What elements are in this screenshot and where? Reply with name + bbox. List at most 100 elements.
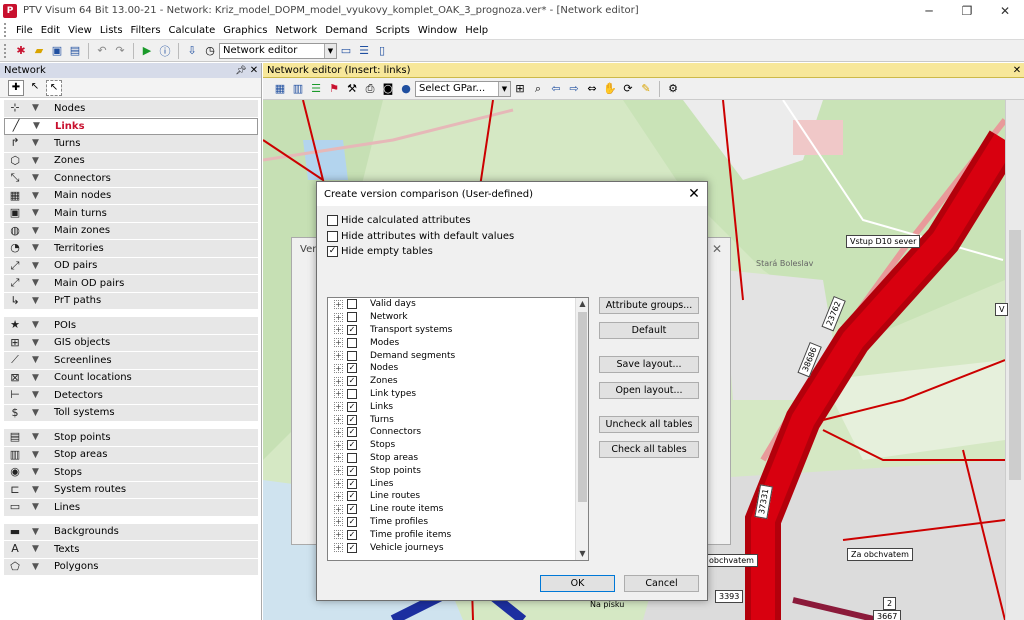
checkbox-unchecked[interactable] <box>347 350 357 361</box>
expand-icon[interactable]: + <box>334 491 343 501</box>
filter-funnel-icon[interactable]: ▼ <box>32 544 46 554</box>
toolbar-grip[interactable] <box>4 43 9 58</box>
checkbox-unchecked[interactable] <box>347 299 357 310</box>
checkbox-checked[interactable]: ✓ <box>347 363 357 374</box>
menu-help[interactable]: Help <box>461 21 492 40</box>
checkbox-checked[interactable]: ✓ <box>347 324 357 335</box>
filter-funnel-icon[interactable]: ▼ <box>32 408 46 418</box>
save-all-icon[interactable]: ▤ <box>67 43 83 59</box>
network-item-zones[interactable]: ⬡ ▼ Zones <box>4 152 258 170</box>
table-row[interactable]: + ✓ Time profile items <box>328 528 588 541</box>
table-row[interactable]: + ✓ Stops <box>328 439 588 452</box>
checkbox-checked[interactable]: ✓ <box>347 491 357 502</box>
menu-file[interactable]: File <box>12 21 37 40</box>
close-icon[interactable]: ✕ <box>247 65 261 76</box>
checkbox-checked[interactable]: ✓ <box>347 516 357 527</box>
checkbox-unchecked[interactable] <box>347 388 357 399</box>
network-item-main-zones[interactable]: ◍ ▼ Main zones <box>4 222 258 240</box>
expand-icon[interactable]: + <box>334 299 343 309</box>
filter-funnel-icon[interactable]: ▼ <box>33 121 47 131</box>
menu-calculate[interactable]: Calculate <box>165 21 220 40</box>
close-icon[interactable]: ✕ <box>1010 65 1024 76</box>
table-row[interactable]: + Demand segments <box>328 349 588 362</box>
checkbox-unchecked[interactable] <box>347 337 357 348</box>
filter-funnel-icon[interactable]: ▼ <box>32 355 46 365</box>
option-row[interactable]: ✓ Hide empty tables <box>327 246 433 257</box>
filter-funnel-icon[interactable]: ▼ <box>32 502 46 512</box>
expand-icon[interactable]: + <box>334 427 343 437</box>
menu-edit[interactable]: Edit <box>37 21 64 40</box>
network-item-nodes[interactable]: ⊹ ▼ Nodes <box>4 100 258 118</box>
pan-icon[interactable]: ✋ <box>602 81 618 97</box>
gpar-select[interactable]: Select GPar... ▼ <box>415 80 511 97</box>
network-item-main-nodes[interactable]: ▦ ▼ Main nodes <box>4 187 258 205</box>
globe-icon[interactable]: ● <box>398 81 414 97</box>
filter-funnel-icon[interactable]: ▼ <box>32 338 46 348</box>
scroll-down-icon[interactable]: ▼ <box>576 548 588 560</box>
network-item-territories[interactable]: ◔ ▼ Territories <box>4 240 258 258</box>
close-icon[interactable]: ✕ <box>712 242 722 256</box>
pin-icon[interactable]: 📌︎ <box>235 66 247 76</box>
network-item-texts[interactable]: A ▼ Texts <box>4 541 258 559</box>
table-row[interactable]: + ✓ Line route items <box>328 503 588 516</box>
new-icon[interactable]: ✱ <box>13 43 29 59</box>
table-row[interactable]: + ✓ Stop points <box>328 464 588 477</box>
pointer-icon[interactable]: ↖ <box>27 80 43 96</box>
expand-icon[interactable]: + <box>334 543 343 553</box>
expand-icon[interactable]: + <box>334 325 343 335</box>
menu-grip[interactable] <box>4 23 9 37</box>
table-row[interactable]: + Valid days <box>328 298 588 311</box>
back-icon[interactable]: ⇦ <box>548 81 564 97</box>
scroll-thumb[interactable] <box>1009 230 1021 480</box>
table-row[interactable]: + Modes <box>328 336 588 349</box>
expand-icon[interactable]: + <box>334 517 343 527</box>
clock-icon[interactable]: ◷ <box>202 43 218 59</box>
filter-funnel-icon[interactable]: ▼ <box>32 450 46 460</box>
expand-icon[interactable]: + <box>334 530 343 540</box>
refresh-icon[interactable]: ⟳ <box>620 81 636 97</box>
undo-icon[interactable]: ↶ <box>94 43 110 59</box>
network-item-pois[interactable]: ★ ▼ POIs <box>4 317 258 335</box>
close-button[interactable]: ✕ <box>986 0 1024 21</box>
check-all-tables-button[interactable]: Check all tables <box>599 441 699 458</box>
expand-icon[interactable]: + <box>334 312 343 322</box>
pin-down-icon[interactable]: ⇩ <box>184 43 200 59</box>
filter-select-icon[interactable]: ⚑ <box>326 81 342 97</box>
table-row[interactable]: + ✓ Transport systems <box>328 324 588 337</box>
menu-demand[interactable]: Demand <box>321 21 371 40</box>
tree-scrollbar[interactable]: ▲ ▼ <box>575 298 588 560</box>
layout-vertical-icon[interactable]: ▯ <box>374 43 390 59</box>
default-button[interactable]: Default <box>599 322 699 339</box>
filter-funnel-icon[interactable]: ▼ <box>32 173 46 183</box>
network-item-system-routes[interactable]: ⊏ ▼ System routes <box>4 481 258 499</box>
tools-icon[interactable]: ⚒ <box>344 81 360 97</box>
expand-icon[interactable]: + <box>334 351 343 361</box>
checkbox-checked[interactable]: ✓ <box>347 529 357 540</box>
filter-funnel-icon[interactable]: ▼ <box>32 191 46 201</box>
editor-vertical-scrollbar[interactable] <box>1005 100 1024 620</box>
table-row[interactable]: + Link types <box>328 388 588 401</box>
table-tree[interactable]: + Valid days + Network + ✓ Transport systems + M… <box>327 297 589 561</box>
menu-filters[interactable]: Filters <box>127 21 165 40</box>
menu-window[interactable]: Window <box>414 21 461 40</box>
filter-funnel-icon[interactable]: ▼ <box>32 485 46 495</box>
filter-funnel-icon[interactable]: ▼ <box>32 278 46 288</box>
network-item-main-turns[interactable]: ▣ ▼ Main turns <box>4 205 258 223</box>
filter-funnel-icon[interactable]: ▼ <box>32 527 46 537</box>
filter-funnel-icon[interactable]: ▼ <box>32 467 46 477</box>
filter-funnel-icon[interactable]: ▼ <box>32 562 46 572</box>
checkbox-checked[interactable]: ✓ <box>347 440 357 451</box>
table-row[interactable]: + ✓ Connectors <box>328 426 588 439</box>
table-row[interactable]: + ✓ Lines <box>328 477 588 490</box>
table-row[interactable]: + ✓ Links <box>328 400 588 413</box>
expand-icon[interactable]: + <box>334 440 343 450</box>
chevron-down-icon[interactable]: ▼ <box>498 81 510 96</box>
uncheck-all-tables-button[interactable]: Uncheck all tables <box>599 416 699 433</box>
checkbox-checked[interactable]: ✓ <box>347 427 357 438</box>
table-row[interactable]: + ✓ Line routes <box>328 490 588 503</box>
expand-icon[interactable]: + <box>334 389 343 399</box>
checkbox-checked[interactable]: ✓ <box>347 414 357 425</box>
network-item-connectors[interactable]: ⤡ ▼ Connectors <box>4 170 258 188</box>
layers-icon[interactable]: ☰ <box>308 81 324 97</box>
chevron-down-icon[interactable]: ▼ <box>324 43 336 58</box>
